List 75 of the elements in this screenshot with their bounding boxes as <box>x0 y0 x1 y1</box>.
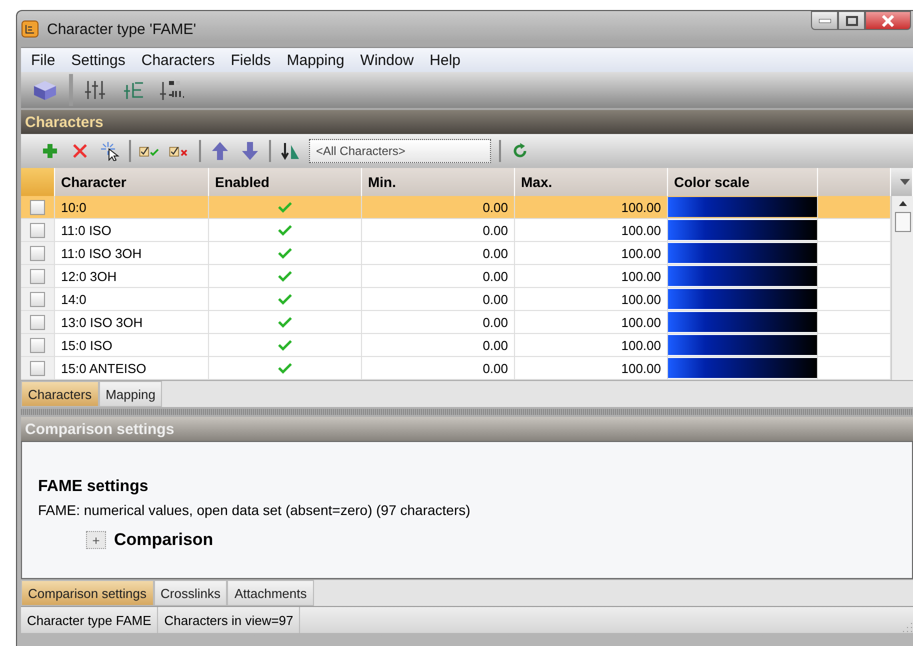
expand-button[interactable]: + <box>86 531 106 549</box>
table-cell: 0.00 <box>362 334 515 357</box>
sort-icon[interactable] <box>279 141 301 161</box>
down-arrow-icon[interactable] <box>239 141 261 161</box>
tab[interactable]: Crosslinks <box>154 580 228 606</box>
row-checkbox[interactable] <box>30 200 45 214</box>
row-checkbox[interactable] <box>30 314 45 330</box>
row-checkbox[interactable] <box>30 338 45 352</box>
tab[interactable]: Characters <box>21 381 99 407</box>
table-cell: 100.00 <box>515 196 668 219</box>
table-cell: 100.00 <box>515 219 668 242</box>
table-cell: 11:0 ISO 3OH <box>55 242 209 265</box>
table-cell: 15:0 ANTEISO <box>55 357 209 380</box>
table-cell: 100.00 <box>515 334 668 357</box>
tree-node-label[interactable]: Comparison <box>114 530 214 550</box>
column-header[interactable]: Max. <box>515 168 668 196</box>
column-header[interactable]: Color scale <box>668 168 818 196</box>
header-corner <box>21 168 55 196</box>
column-menu-button[interactable] <box>891 168 913 196</box>
app-icon <box>21 20 39 38</box>
menu-item[interactable]: Characters <box>133 52 223 68</box>
row-checkbox[interactable] <box>30 222 45 238</box>
window-title: Character type 'FAME' <box>47 20 196 38</box>
table-cell: 100.00 <box>515 242 668 265</box>
panel-title: Comparison settings <box>21 417 913 441</box>
table-cell: 12:0 3OH <box>55 265 209 288</box>
menu-item[interactable]: File <box>23 52 64 68</box>
menu-item[interactable]: Window <box>352 52 422 68</box>
settings-description: FAME: numerical values, open data set (absent=zero) (97 characters) <box>38 502 472 518</box>
tab[interactable]: Comparison settings <box>21 580 154 606</box>
table-cell: 0.00 <box>362 357 515 380</box>
row-checkbox[interactable] <box>30 292 45 306</box>
close-button[interactable] <box>865 11 911 30</box>
table-cell: 11:0 ISO <box>55 219 209 242</box>
minimize-button[interactable] <box>811 11 838 30</box>
panel-title: Characters <box>21 110 913 134</box>
scrollbar[interactable] <box>891 196 913 380</box>
table-cell: 0.00 <box>362 196 515 219</box>
table-cell: 0.00 <box>362 311 515 334</box>
tab[interactable]: Attachments <box>227 580 314 606</box>
table-cell: 0.00 <box>362 265 515 288</box>
column-header[interactable]: Character <box>55 168 209 196</box>
table-cell: 15:0 ISO <box>55 334 209 357</box>
table-cell: 14:0 <box>55 288 209 311</box>
row-checkbox[interactable] <box>30 360 45 376</box>
close-icon <box>881 14 895 26</box>
menu-item[interactable]: Mapping <box>278 52 352 68</box>
filter-field[interactable]: <All Characters> <box>309 139 491 163</box>
maximize-icon <box>846 16 858 26</box>
menu-item[interactable]: Settings <box>63 52 134 68</box>
resize-grip-icon[interactable] <box>901 621 913 633</box>
tab[interactable]: Mapping <box>98 381 162 407</box>
status-text: Character type FAME <box>21 607 158 633</box>
maximize-button[interactable] <box>838 11 865 30</box>
cursor-icon[interactable] <box>99 141 121 161</box>
table-cell: 100.00 <box>515 288 668 311</box>
table-cell: 10:0 <box>55 196 209 219</box>
status-text: Characters in view=97 <box>158 607 300 633</box>
row-checkbox[interactable] <box>30 246 45 260</box>
column-header[interactable]: Min. <box>362 168 515 196</box>
row-checkbox[interactable] <box>30 268 45 284</box>
minimize-icon <box>818 18 830 22</box>
up-arrow-icon[interactable] <box>209 141 231 161</box>
settings-heading: FAME settings <box>38 478 150 496</box>
table-cell: 0.00 <box>362 242 515 265</box>
table-cell: 0.00 <box>362 288 515 311</box>
table-cell: 100.00 <box>515 265 668 288</box>
table-cell: 13:0 ISO 3OH <box>55 311 209 334</box>
table-cell: 0.00 <box>362 219 515 242</box>
column-header[interactable]: Enabled <box>209 168 362 196</box>
menu-item[interactable]: Fields <box>222 52 279 68</box>
menu-item[interactable]: Help <box>422 52 469 68</box>
table-cell: 100.00 <box>515 311 668 334</box>
scroll-thumb[interactable] <box>894 212 910 232</box>
table-cell: 100.00 <box>515 357 668 380</box>
